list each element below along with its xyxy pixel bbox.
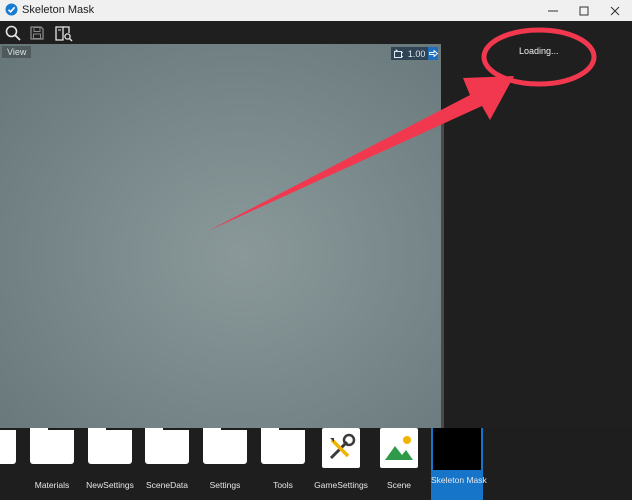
- skeleton-mask-thumbnail: [433, 428, 481, 470]
- inspector-panel: [444, 44, 632, 428]
- asset-item-skeleton-mask[interactable]: Skeleton Mask: [431, 428, 487, 500]
- close-button[interactable]: [598, 0, 632, 21]
- asset-label: Scene: [386, 480, 412, 490]
- tools-icon: [329, 433, 356, 460]
- browse-button[interactable]: [55, 24, 73, 42]
- asset-label: GameSettings: [314, 480, 368, 490]
- folder-icon: [203, 428, 247, 464]
- book-search-icon: [55, 25, 73, 42]
- folder-icon: [261, 428, 305, 464]
- asset-label: Settings: [209, 480, 241, 490]
- asset-item-materials[interactable]: Materials: [26, 428, 78, 500]
- maximize-icon: [579, 6, 589, 15]
- folder-thumbnail-partial[interactable]: [0, 430, 16, 464]
- search-icon: [5, 25, 21, 41]
- landscape-icon: [385, 436, 413, 460]
- asset-item-gamesettings[interactable]: GameSettings: [314, 428, 368, 500]
- asset-label: Skeleton Mask: [431, 475, 487, 485]
- title-bar[interactable]: Skeleton Mask: [0, 0, 632, 21]
- editor-window: Skeleton Mask View 1.00 Loading...: [0, 0, 632, 428]
- asset-item-scene[interactable]: Scene: [373, 428, 425, 500]
- asset-item-tools[interactable]: Tools: [257, 428, 309, 500]
- asset-label: NewSettings: [86, 480, 134, 490]
- asset-item-newsettings[interactable]: NewSettings: [84, 428, 136, 500]
- zoom-control[interactable]: 1.00: [391, 47, 438, 60]
- asset-label: Tools: [273, 480, 293, 490]
- search-button[interactable]: [4, 24, 22, 42]
- save-button[interactable]: [28, 24, 46, 42]
- app-icon: [5, 3, 18, 21]
- asset-item-scenedata[interactable]: SceneData: [141, 428, 193, 500]
- scene-doc-thumbnail: [380, 428, 418, 468]
- loading-status: Loading...: [519, 46, 559, 56]
- window-title: Skeleton Mask: [22, 4, 95, 16]
- folder-icon: [145, 428, 189, 464]
- toolbar: [0, 21, 632, 44]
- folder-icon: [88, 428, 132, 464]
- view-label[interactable]: View: [2, 46, 32, 58]
- save-icon: [30, 26, 44, 40]
- minimize-icon: [548, 10, 558, 11]
- close-icon: [610, 6, 620, 15]
- camera-icon: [394, 49, 403, 58]
- maximize-button[interactable]: [567, 0, 601, 21]
- asset-label: Materials: [34, 480, 70, 490]
- zoom-value: 1.00: [407, 48, 426, 59]
- arrow-right-icon: [428, 50, 438, 57]
- folder-icon: [30, 428, 74, 464]
- scene-viewport[interactable]: View 1.00: [0, 44, 441, 428]
- zoom-apply-button[interactable]: [428, 47, 438, 60]
- asset-item-settings[interactable]: Settings: [199, 428, 251, 500]
- settings-doc-thumbnail: [322, 428, 360, 468]
- asset-label: SceneData: [145, 480, 189, 490]
- minimize-button[interactable]: [536, 0, 570, 21]
